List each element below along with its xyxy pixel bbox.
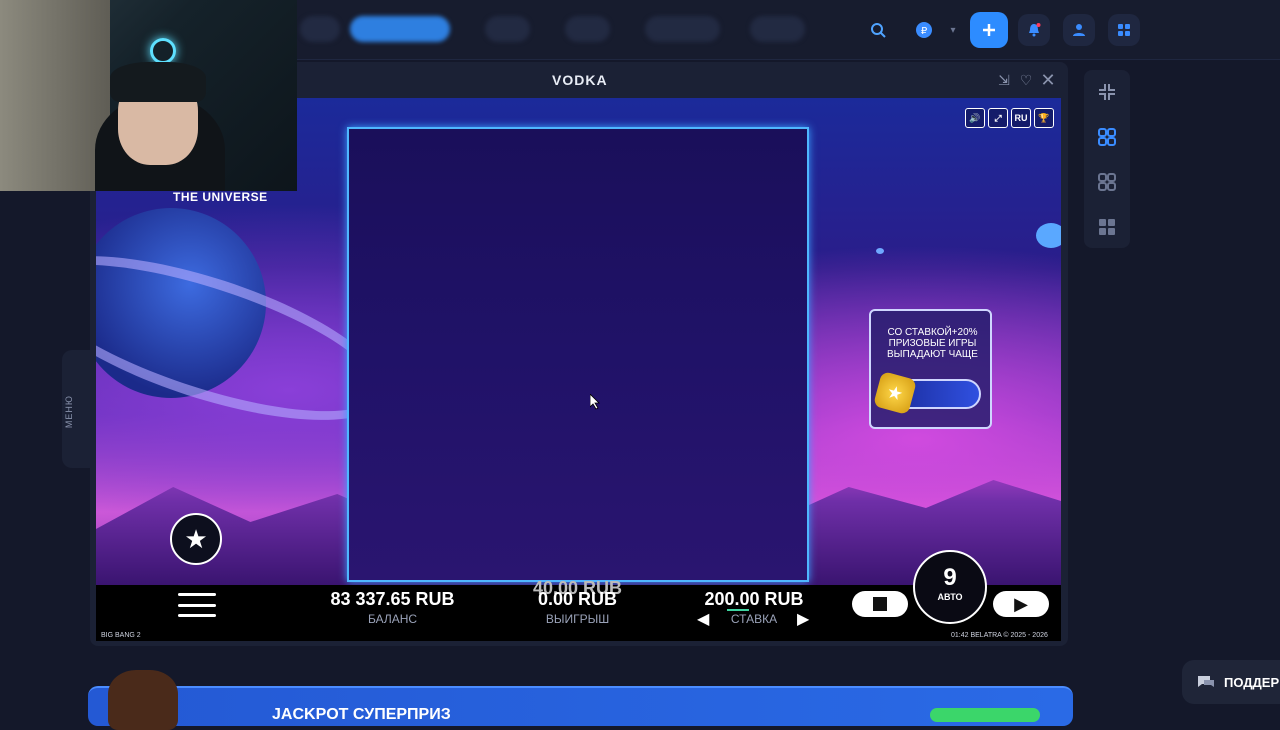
hamburger-menu-icon[interactable]	[178, 593, 216, 617]
support-label: ПОДДЕР	[1224, 675, 1280, 690]
nav-item-blurred[interactable]	[485, 16, 530, 42]
sound-icon[interactable]: 🔊	[965, 108, 985, 128]
plus-icon[interactable]	[970, 12, 1008, 48]
grid-icon[interactable]	[1108, 14, 1140, 46]
balance-label: БАЛАНС	[367, 612, 418, 626]
user-icon[interactable]	[1063, 14, 1095, 46]
nav-item-blurred[interactable]	[300, 16, 340, 42]
bet-boost-panel[interactable]: СО СТАВКОЙ+20% ПРИЗОВЫЕ ИГРЫ ВЫПАДАЮТ ЧА…	[869, 309, 992, 429]
curtain	[0, 0, 110, 191]
trophy-icon[interactable]: 🏆	[1034, 108, 1054, 128]
auto-spin-count: 9	[943, 564, 957, 591]
game-settings-bar: 🔊 ⤢ RU 🏆	[965, 108, 1054, 128]
bell-icon[interactable]	[1018, 14, 1050, 46]
asteroid	[876, 248, 884, 254]
nav-item-active-blurred[interactable]	[350, 16, 450, 42]
promo-icon[interactable]: ₽	[908, 14, 940, 46]
collapse-icon[interactable]	[1097, 82, 1117, 102]
minimize-icon[interactable]: ⇲	[996, 72, 1012, 88]
layout-four-icon[interactable]	[1097, 217, 1117, 237]
search-icon[interactable]	[862, 14, 894, 46]
ring-light	[150, 38, 176, 64]
game-name: BIG BANG 2	[101, 632, 141, 639]
jackpot-title: JACKPOT СУПЕРПРИЗ	[272, 706, 451, 723]
win-value: 0.00 RUB	[537, 589, 618, 609]
cap	[110, 62, 206, 102]
spin-play-button[interactable]: ▶	[993, 591, 1049, 617]
side-menu-label: МЕНЮ	[64, 395, 74, 429]
svg-text:₽: ₽	[921, 26, 928, 37]
stop-button[interactable]	[852, 591, 908, 617]
bet-decrease-icon[interactable]: ◀	[697, 609, 709, 629]
balance-value: 83 337.65 RUB	[330, 589, 455, 609]
nav-item-blurred[interactable]	[565, 16, 610, 42]
mouse-cursor-icon	[589, 393, 600, 415]
game-footer-info: 01:42 BELATRA © 2025 - 2026	[951, 632, 1048, 639]
auto-spin-button[interactable]: 9 АВТО	[913, 550, 987, 624]
chat-icon	[1196, 674, 1216, 690]
language-button[interactable]: RU	[1011, 108, 1031, 128]
bear-mascot	[108, 670, 178, 730]
game-logo-text: THE UNIVERSE	[173, 190, 268, 204]
win-label: ВЫИГРЫШ	[545, 612, 610, 626]
bet-increase-icon[interactable]: ▶	[797, 609, 809, 629]
favorite-star-button[interactable]: ★	[170, 513, 222, 565]
right-sidebar	[1084, 70, 1130, 248]
asteroid	[1036, 223, 1061, 248]
bet-boost-text: СО СТАВКОЙ+20% ПРИЗОВЫЕ ИГРЫ ВЫПАДАЮТ ЧА…	[887, 327, 978, 360]
nav-item-blurred[interactable]	[645, 16, 720, 42]
fullscreen-icon[interactable]: ⤢	[988, 108, 1008, 128]
close-icon[interactable]: ✕	[1040, 71, 1056, 89]
chevron-down-icon[interactable]: ▾	[944, 14, 962, 46]
jackpot-banner[interactable]	[88, 686, 1073, 726]
bet-indicator	[727, 609, 749, 611]
casino-logo: VODKA	[552, 72, 608, 88]
layout-single-icon[interactable]	[1097, 127, 1117, 147]
layout-two-icon[interactable]	[1097, 172, 1117, 192]
reels-area[interactable]	[347, 127, 809, 582]
heart-icon[interactable]: ♡	[1018, 72, 1034, 88]
nav-item-blurred[interactable]	[750, 16, 805, 42]
webcam-overlay	[0, 0, 297, 191]
auto-spin-label: АВТО	[937, 592, 963, 602]
bet-value: 200.00 RUB	[704, 589, 804, 609]
